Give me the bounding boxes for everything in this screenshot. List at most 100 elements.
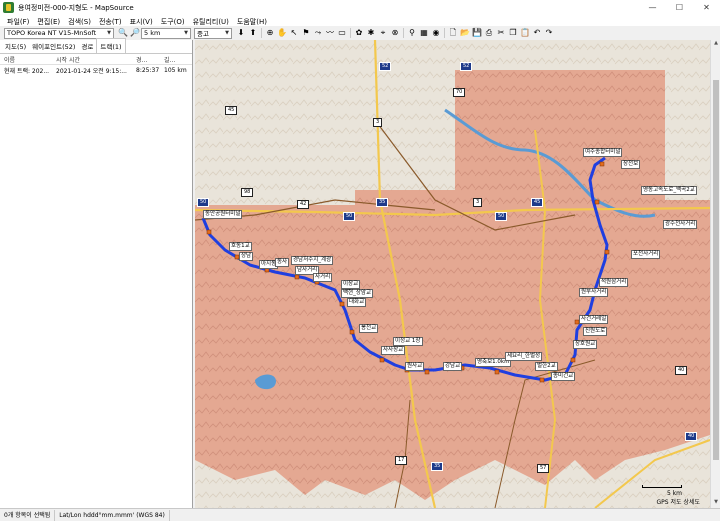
detail-select[interactable]: 중고 ▼ [194, 27, 232, 39]
status-bar: 0개 항목이 선택됨 Lat/Lon hddd°mm.mmm' (WGS 84) [0, 508, 720, 521]
waypoint-label[interactable]: 세요리_한벌성 [505, 352, 543, 361]
waypoint-label[interactable]: 동사 [275, 258, 290, 267]
track-tool-icon[interactable]: 〰 [325, 28, 335, 38]
map-scrollbar[interactable]: ▲ ▼ [710, 40, 720, 508]
undo-icon[interactable]: ↶ [532, 28, 542, 38]
map-canvas[interactable] [195, 40, 710, 508]
send-to-device-icon[interactable]: ⬆ [248, 28, 258, 38]
waypoint-label[interactable]: 백현_상암교 [341, 289, 374, 298]
expressway-shield: 35 [431, 462, 444, 471]
menu-utilities[interactable]: 유틸리티(U) [189, 17, 233, 27]
redo-icon[interactable]: ↷ [544, 28, 554, 38]
panel-tabs: 지도(5) 웨이포인트(52) 경로 트랙(1) [0, 38, 192, 54]
new-file-icon[interactable]: 🗋 [448, 28, 458, 38]
waypoint-label[interactable]: 상남 [239, 252, 254, 261]
waypoint-label[interactable]: 원부사거리 [579, 288, 609, 297]
scroll-down-icon[interactable]: ▼ [711, 499, 720, 508]
title-bar: 용여정미전-000-지형도 - MapSource — ☐ ✕ [0, 0, 720, 15]
waypoint-tool-icon[interactable]: ⚑ [301, 28, 311, 38]
waypoint-label[interactable]: 호동1교 [229, 242, 252, 251]
waypoint-label[interactable]: 장호원교 [573, 340, 598, 349]
column-duration[interactable]: 경... [132, 55, 160, 64]
track-length: 105 km [164, 66, 187, 74]
hand-tool-icon[interactable]: ✋ [277, 28, 287, 38]
column-length[interactable]: 길... [160, 55, 192, 64]
expressway-shield: 45 [531, 198, 544, 207]
route-tool-icon[interactable]: ⤳ [313, 28, 323, 38]
waypoint-label[interactable]: 경남저수지_계광 [291, 256, 334, 265]
receive-from-device-icon[interactable]: ⬇ [236, 28, 246, 38]
map-product-select[interactable]: TOPO Korea NT V15-MnSoft ▼ [4, 27, 114, 39]
cut-icon[interactable]: ✂ [496, 28, 506, 38]
save-icon[interactable]: 💾 [472, 28, 482, 38]
tab-waypoints[interactable]: 웨이포인트(52) [29, 39, 78, 53]
selection-tool-icon[interactable]: ↖ [289, 28, 299, 38]
route-shield: 3 [373, 118, 383, 127]
track-duration: 8:25:37 [136, 66, 160, 74]
waypoint-label[interactable]: 장전보 [621, 160, 641, 169]
copy-icon[interactable]: ❐ [508, 28, 518, 38]
find-places-icon[interactable]: ✿ [354, 28, 364, 38]
map-view[interactable]: 동안공원터미널 호동1교 상남 아지동 동사 경남저수지_계광 남사거리 사거리… [195, 40, 710, 508]
column-name[interactable]: 이름 [0, 55, 52, 64]
binoculars-icon[interactable]: ⚲ [407, 28, 417, 38]
route-shield: 17 [395, 456, 408, 465]
menu-tools[interactable]: 도구(O) [157, 17, 189, 27]
chevron-down-icon: ▼ [107, 30, 111, 36]
scale-bar [642, 485, 682, 488]
waypoint-label[interactable]: 동안공원터미널 [203, 210, 243, 219]
waypoint-label[interactable]: 원사교 [405, 362, 425, 371]
tab-tracks[interactable]: 트랙(1) [96, 38, 126, 53]
waypoint-label[interactable]: 강남교 [443, 362, 463, 371]
open-file-icon[interactable]: 📂 [460, 28, 470, 38]
route-shield: 57 [537, 464, 550, 473]
scroll-up-icon[interactable]: ▲ [711, 40, 720, 49]
paste-icon[interactable]: 📋 [520, 28, 530, 38]
chevron-down-icon: ▼ [184, 30, 188, 36]
menu-find[interactable]: 검색(S) [64, 17, 95, 27]
zoom-scale-select[interactable]: 5 km ▼ [141, 27, 191, 39]
menu-edit[interactable]: 편집(E) [33, 17, 64, 27]
zoom-tool-icon[interactable]: ⊕ [265, 28, 275, 38]
print-icon[interactable]: ⎙ [484, 28, 494, 38]
maximize-button[interactable]: ☐ [666, 0, 693, 15]
waypoint-label[interactable]: 진원도로 [583, 327, 608, 336]
waypoint-label[interactable]: 포천사거리 [631, 250, 661, 259]
track-name: 현재 트랙: 202... [4, 67, 50, 75]
measure-tool-icon[interactable]: ▭ [337, 28, 347, 38]
waypoint-label[interactable]: 사사장교 [381, 346, 406, 355]
tab-maps[interactable]: 지도(5) [2, 39, 29, 53]
find-nearest-icon[interactable]: ✱ [366, 28, 376, 38]
scrollbar-thumb[interactable] [713, 80, 719, 460]
tab-routes[interactable]: 경로 [78, 39, 96, 53]
minimize-button[interactable]: — [639, 0, 666, 15]
waypoint-label[interactable]: 영동고속도로_백곡2교 [641, 186, 697, 195]
find-address-icon[interactable]: ⌖ [378, 28, 388, 38]
route-shield: 98 [241, 188, 254, 197]
track-list-header: 이름 시작 시간 경... 길... [0, 54, 192, 65]
menu-view[interactable]: 표시(V) [126, 17, 157, 27]
menu-help[interactable]: 도움말(H) [233, 17, 271, 27]
map-icon[interactable]: ▦ [419, 28, 429, 38]
zoom-out-icon[interactable]: 🔎 [130, 28, 140, 38]
waypoint-label[interactable]: 사거리 [313, 273, 333, 282]
menu-file[interactable]: 파일(F) [3, 17, 33, 27]
zoom-scale-value: 5 km [144, 29, 161, 37]
waypoint-label[interactable]: 종미건교 [551, 372, 576, 381]
close-button[interactable]: ✕ [693, 0, 720, 15]
waypoint-label[interactable]: 봉천교 [359, 324, 379, 333]
waypoint-label[interactable]: 광수천사거리 [663, 220, 698, 229]
column-start-time[interactable]: 시작 시간 [52, 55, 132, 64]
menu-transfer[interactable]: 전송(T) [95, 17, 126, 27]
waypoint-label[interactable]: 석원삼거리 [599, 278, 629, 287]
waypoint-label[interactable]: 이장교 [341, 280, 361, 289]
gps-icon[interactable]: ◉ [431, 28, 441, 38]
table-row[interactable]: 현재 트랙: 202... 2021-01-24 오전 9:15:... 8:2… [0, 65, 192, 75]
waypoint-label[interactable]: 대화교 [347, 298, 367, 307]
find-intersection-icon[interactable]: ⊗ [390, 28, 400, 38]
waypoint-label[interactable]: 사건거레일 [579, 315, 609, 324]
waypoint-label[interactable]: 이정교 1장 [393, 337, 423, 346]
zoom-in-icon[interactable]: 🔍 [118, 28, 128, 38]
waypoint-label[interactable]: 여주종합터미널 [583, 148, 623, 157]
waypoint-label[interactable]: 벌한2교 [535, 362, 558, 371]
